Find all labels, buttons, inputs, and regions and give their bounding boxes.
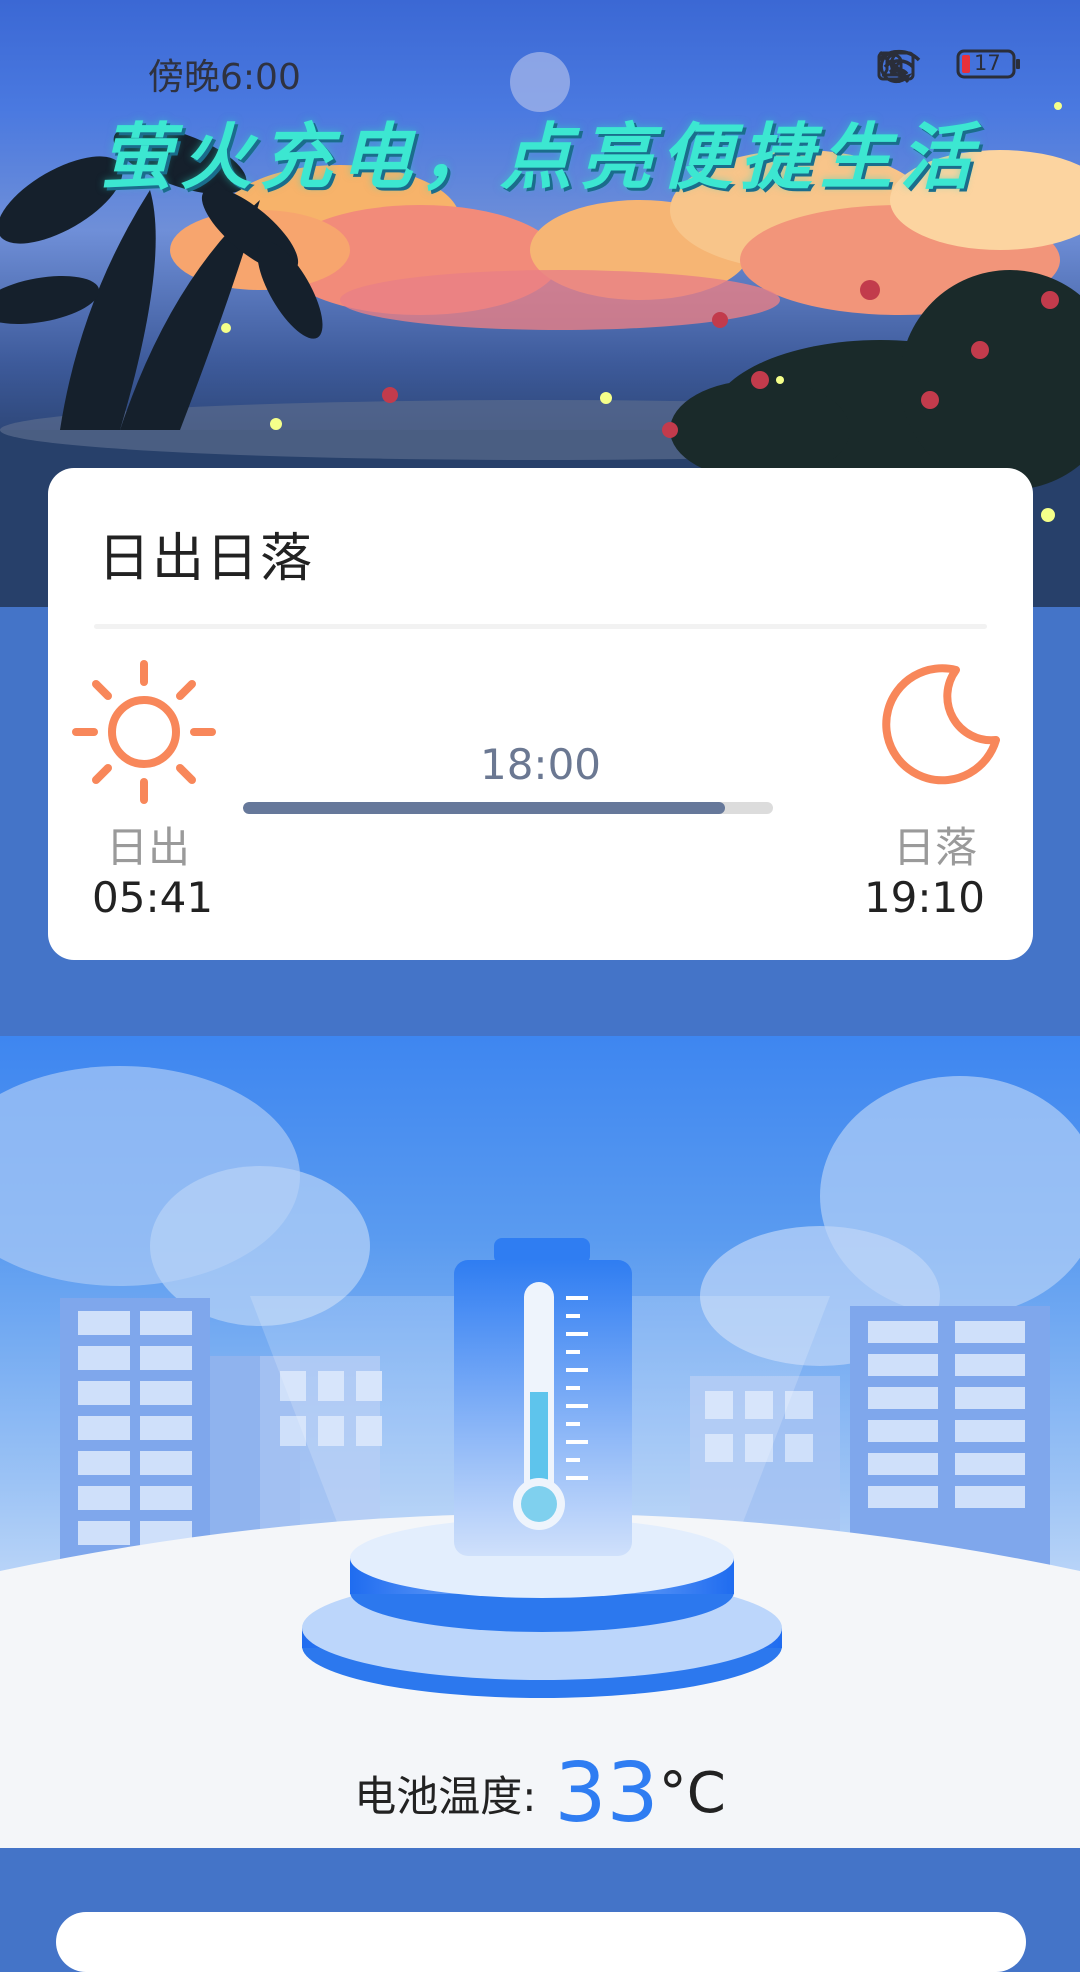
next-card [56,1912,1026,1972]
hero-slogan: 萤火充电，点亮便捷生活 [99,115,980,199]
sunset-label: 日落 [892,823,977,872]
battery-temperature-readout: 电池温度: 33°C [0,1746,1080,1841]
sunrise-label: 日出 [106,823,191,872]
battery-temperature-value: 33 [554,1746,659,1841]
card-title: 日出日落 [98,529,315,589]
status-time: 傍晚6:00 [148,57,301,98]
sun-progress-fill [243,802,726,814]
battery-icon: 17 [956,48,1022,80]
status-icons: 17 [876,48,1022,84]
moon-icon [878,662,1003,787]
sunrise-sunset-card: 日出日落 日出 05:41 18:00 日落 19:10 [48,468,1033,960]
sun-progress-bar [243,802,773,814]
battery-temperature-panel: 电池温度: 33°C [0,1036,1080,1848]
battery-illustration [0,1066,1080,1848]
sunrise-time: 05:41 [92,873,214,922]
sunset-time: 19:10 [863,873,985,922]
battery-temperature-label: 电池温度: [354,1772,537,1821]
card-divider [94,624,987,629]
battery-level: 17 [974,51,1001,75]
battery-temperature-unit: °C [658,1761,726,1826]
